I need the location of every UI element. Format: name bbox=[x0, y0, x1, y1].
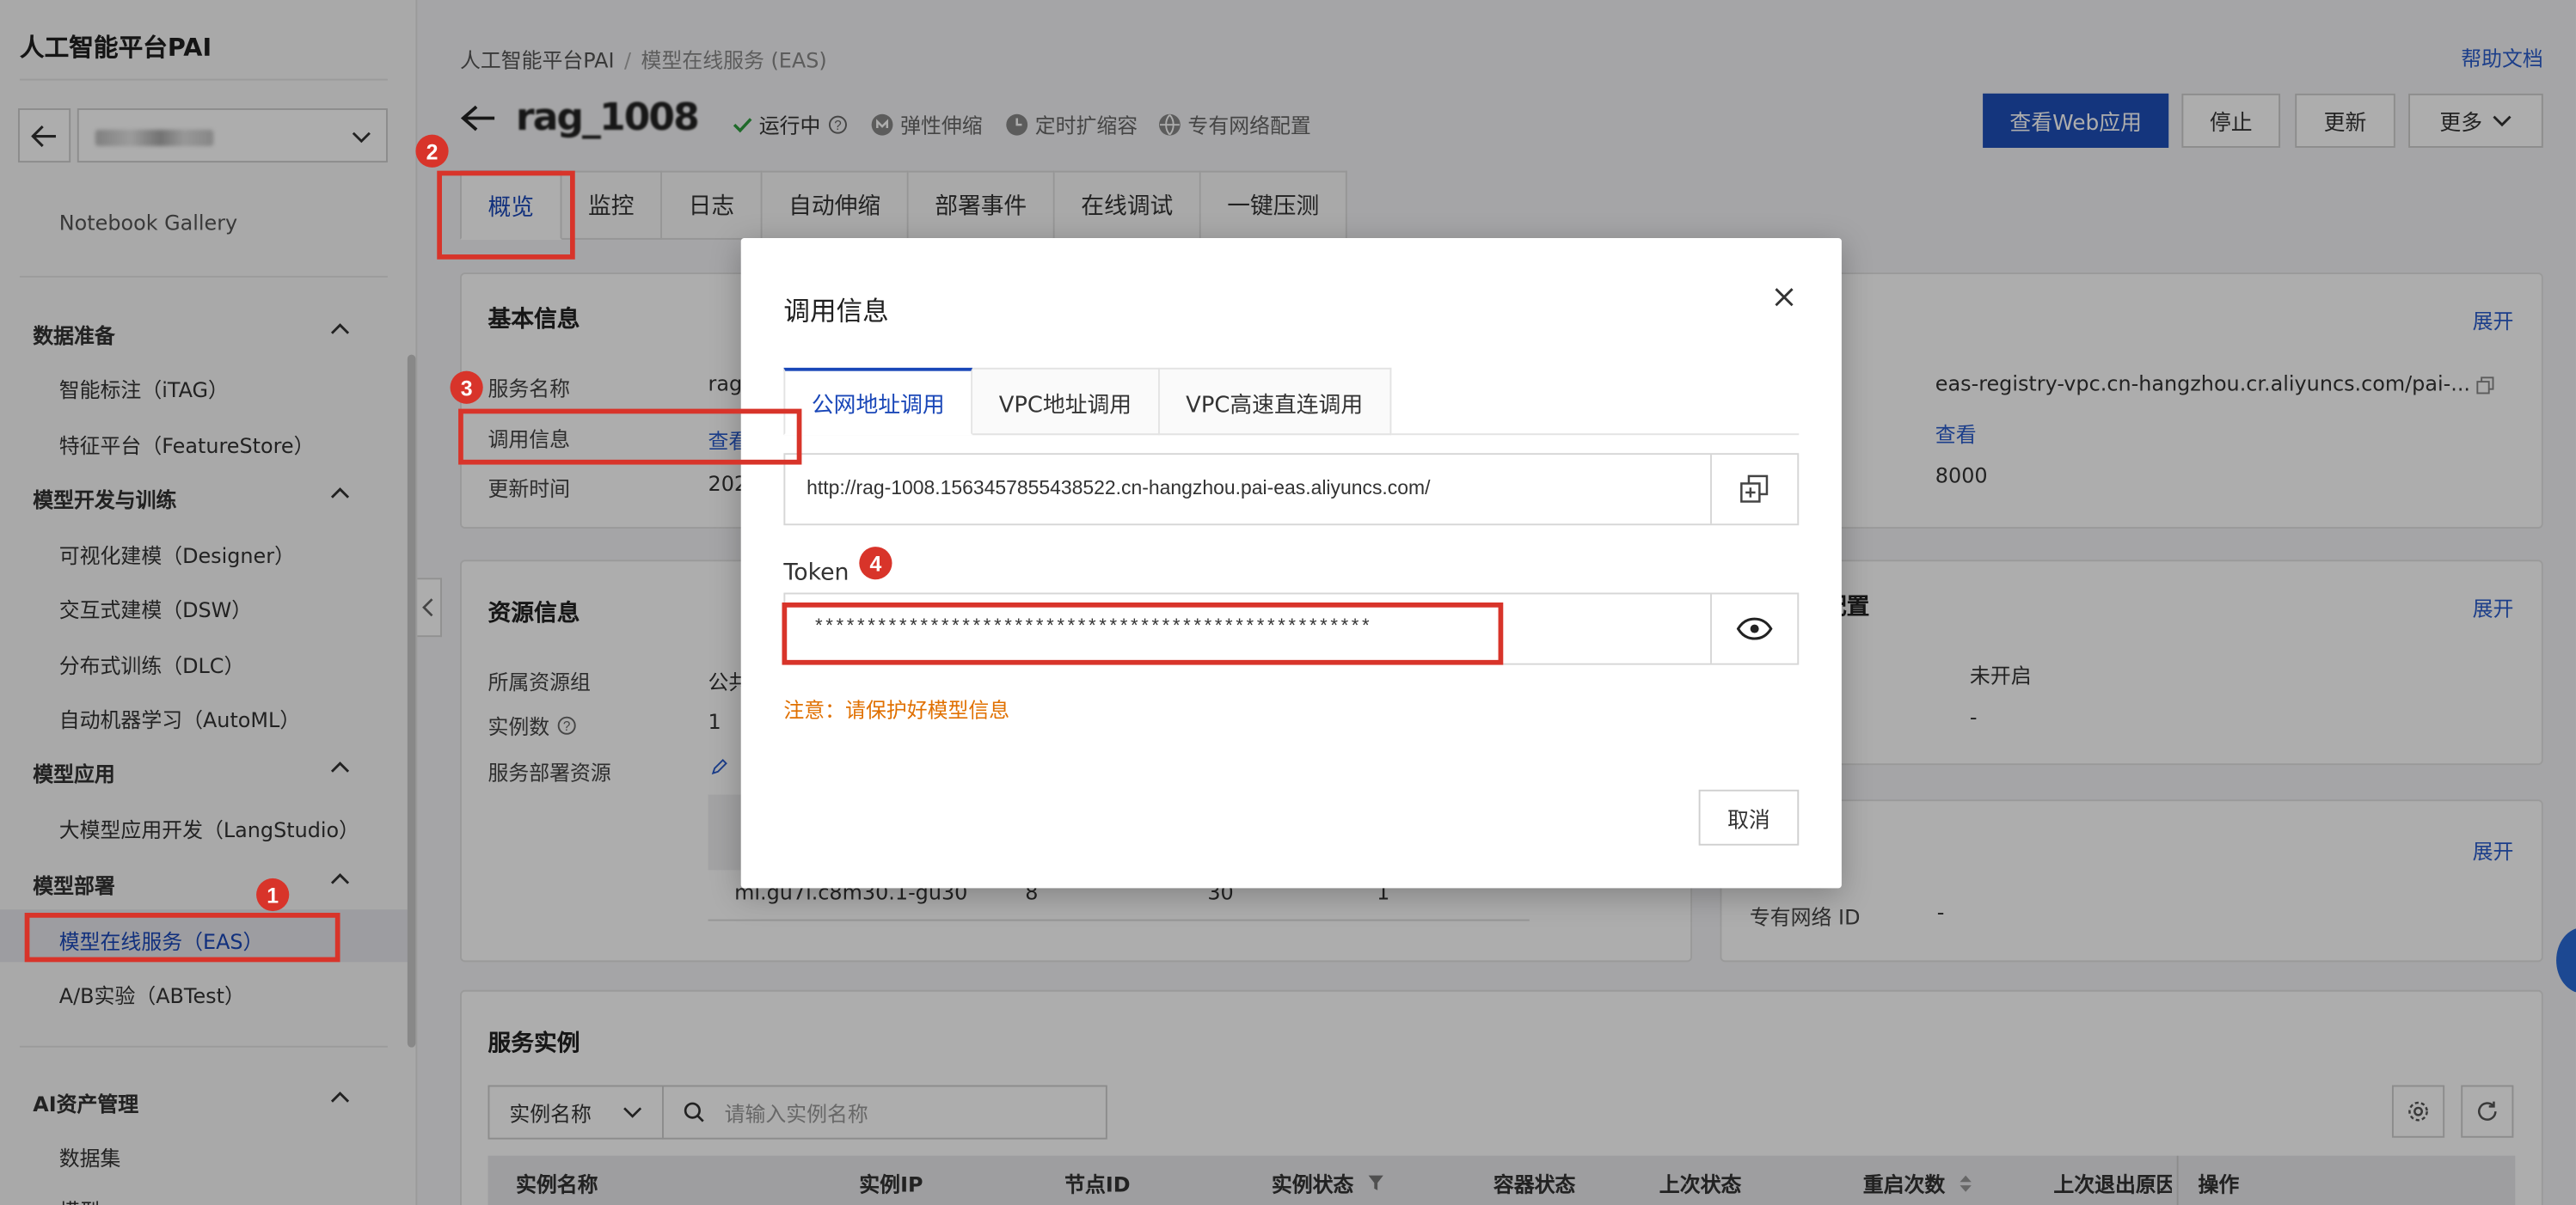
tab-public-endpoint[interactable]: 公网地址调用 bbox=[783, 367, 973, 436]
tab-vpc-endpoint[interactable]: VPC地址调用 bbox=[972, 367, 1160, 436]
step-badge: 4 bbox=[859, 547, 892, 580]
step-badge: 1 bbox=[256, 878, 290, 912]
warning-text: 注意：请保护好模型信息 bbox=[783, 697, 1010, 723]
dialog-title: 调用信息 bbox=[783, 295, 889, 327]
dialog-tabs: 公网地址调用 VPC地址调用 VPC高速直连调用 bbox=[783, 367, 1800, 436]
invoke-info-dialog: 调用信息 公网地址调用 VPC地址调用 VPC高速直连调用 http://rag… bbox=[740, 237, 1842, 889]
cancel-button[interactable]: 取消 bbox=[1698, 789, 1800, 846]
eye-icon bbox=[1736, 617, 1773, 640]
close-icon[interactable] bbox=[1769, 283, 1799, 312]
tab-vpc-direct[interactable]: VPC高速直连调用 bbox=[1159, 367, 1391, 436]
endpoint-url: http://rag-1008.1563457855438522.cn-hang… bbox=[807, 475, 1431, 499]
step-badge: 3 bbox=[450, 370, 483, 404]
endpoint-url-field[interactable]: http://rag-1008.1563457855438522.cn-hang… bbox=[783, 453, 1800, 526]
copy-icon bbox=[1740, 474, 1769, 503]
token-value: ****************************************… bbox=[813, 617, 1371, 639]
app-window: 人工智能平台PAI Notebook Gallery 数据准备 智能标注（iTA… bbox=[0, 0, 2576, 1205]
step-badge: 2 bbox=[415, 134, 449, 168]
toggle-token-visibility-button[interactable] bbox=[1710, 594, 1797, 664]
token-field[interactable]: ****************************************… bbox=[783, 592, 1800, 665]
token-label: Token bbox=[783, 560, 849, 586]
copy-url-button[interactable] bbox=[1710, 455, 1797, 524]
